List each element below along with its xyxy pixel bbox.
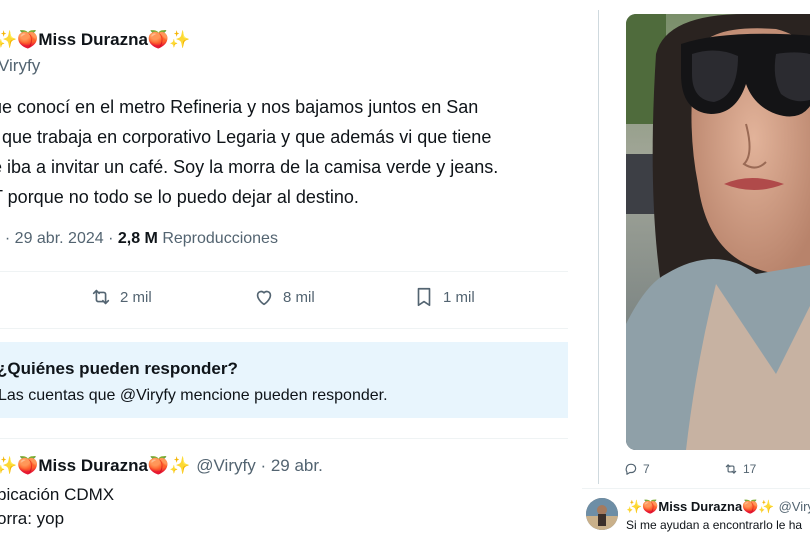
side-tweet-actions: 7 17 [622,462,810,480]
retweet-button[interactable]: 2 mil [90,286,152,308]
views-count: 2,8 M [117,230,158,247]
divider [0,328,568,329]
tweet-actions: 2 mil 8 mil 1 mil [0,286,568,314]
reply-restriction-box: ¿Quiénes pueden responder? Las cuentas q… [0,342,568,418]
tweet-body-line: ue conocí en el metro Refineria y nos ba… [0,97,479,117]
tweet-photo[interactable] [626,14,810,450]
main-tweet-panel: ✨🍑Miss Durazna🍑✨ Viryfy ue conocí en el … [0,0,572,551]
author-handle[interactable]: @Viry [779,499,810,514]
tweet-meta: . · 29 abr. 2024 · 2,8 M Reproducciones [0,230,278,248]
reply-tweet-line: bicación CDMX [0,485,115,504]
author-name[interactable]: ✨🍑Miss Durazna🍑✨ [626,499,775,514]
bookmark-button[interactable]: 1 mil [413,286,475,308]
views-label: Reproducciones [157,230,278,247]
heart-icon [256,290,272,306]
author-handle[interactable]: @Viryfy · 29 abr. [196,456,323,475]
panel-gap [572,0,582,550]
tweet-body-line: e iba a invitar un café. Soy la morra de… [0,157,499,177]
tweet-timestamp[interactable]: . · 29 abr. 2024 · [0,230,118,247]
reply-count: 7 [643,462,650,476]
tweet-body-line: , que trabaja en corporativo Legaria y q… [0,127,492,147]
tweet-body: ue conocí en el metro Refineria y nos ba… [0,92,592,212]
retweet-count: 17 [743,462,757,476]
like-button[interactable]: 8 mil [253,286,315,308]
like-count: 8 mil [283,288,315,306]
bookmark-icon [417,287,431,307]
avatar-image [586,498,618,530]
tweet-body-line: T porque no todo se lo puedo dejar al de… [0,187,359,207]
side-tweet-panel: 7 17 ✨🍑Miss Durazna🍑✨ @Viry Si me ayudan … [582,0,810,550]
author-name[interactable]: ✨🍑Miss Durazna🍑✨ [0,456,190,475]
author-name[interactable]: ✨🍑Miss Durazna🍑✨ [0,30,190,50]
person-photo [626,14,810,450]
reply-button[interactable]: 7 [624,462,650,476]
bookmark-count: 1 mil [443,288,475,306]
author-handle[interactable]: Viryfy [0,56,40,76]
divider [582,488,810,489]
avatar[interactable] [586,498,618,530]
reply-restriction-title: ¿Quiénes pueden responder? [0,359,238,378]
reply-tweet-line: orra: yop [0,509,65,528]
side-tweet-header: ✨🍑Miss Durazna🍑✨ @Viry [626,499,810,515]
retweet-icon [725,464,737,474]
retweet-button[interactable]: 17 [724,462,756,476]
reply-tweet-header: ✨🍑Miss Durazna🍑✨ @Viryfy · 29 abr. [0,456,323,476]
thread-line [598,10,599,484]
side-tweet-text: Si me ayudan a encontrarlo le ha [626,518,803,532]
reply-restriction-subtitle: Las cuentas que @Viryfy mencione pueden … [0,387,388,404]
reply-tweet[interactable]: ✨🍑Miss Durazna🍑✨ @Viryfy · 29 abr. bicaci… [0,438,568,551]
reply-icon [625,463,637,475]
divider [0,271,568,272]
retweet-count: 2 mil [120,288,152,306]
retweet-icon [92,289,110,305]
